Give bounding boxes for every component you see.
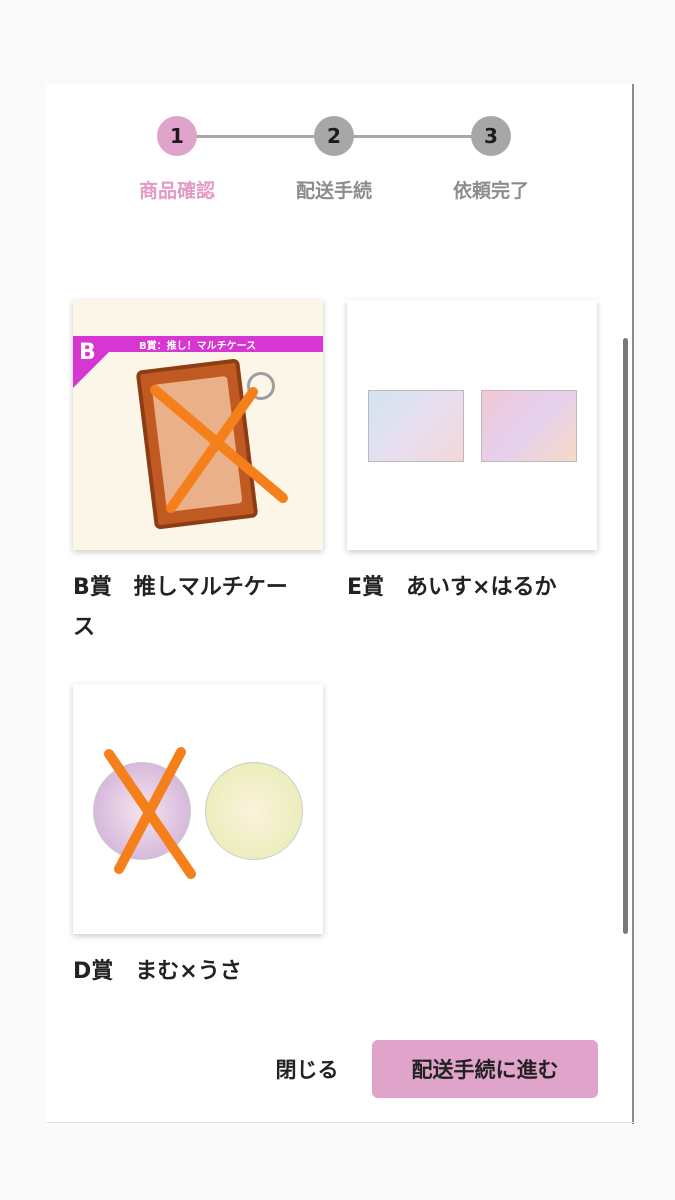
- cross-out-mark: [104, 747, 196, 879]
- prize-badge-letter: B: [79, 340, 96, 365]
- product-badge-2: [205, 762, 303, 860]
- step-2-label: 配送手続: [295, 180, 372, 202]
- step-connector: [196, 135, 316, 138]
- product-photo-1: [368, 390, 464, 462]
- product-title-b: B賞 推しマルチケー ス: [73, 575, 288, 640]
- step-2-circle: 2: [314, 116, 354, 156]
- product-title-e: E賞 あいす×はるか: [347, 575, 557, 600]
- product-title-d: D賞 まむ×うさ: [73, 959, 242, 984]
- close-button[interactable]: 閉じる: [262, 1046, 352, 1092]
- step-3-label: 依頼完了: [452, 180, 529, 202]
- product-card-d[interactable]: [73, 684, 323, 934]
- step-3-circle: 3: [471, 116, 511, 156]
- progress-stepper: 1 2 3 商品確認 配送手続 依頼完了: [0, 0, 675, 220]
- modal-bottom-border: [46, 1122, 636, 1123]
- product-card-e[interactable]: [347, 300, 597, 550]
- product-card-b[interactable]: B賞：推し！マルチケース B: [73, 300, 323, 550]
- step-1-circle: 1: [157, 116, 197, 156]
- proceed-to-shipping-button[interactable]: 配送手続に進む: [372, 1040, 598, 1098]
- image-band-text: B賞：推し！マルチケース: [139, 341, 257, 352]
- scrollbar[interactable]: [623, 338, 628, 934]
- step-1-label: 商品確認: [138, 180, 215, 202]
- cross-out-mark: [150, 385, 288, 513]
- product-photo-2: [481, 390, 577, 462]
- step-connector: [352, 135, 472, 138]
